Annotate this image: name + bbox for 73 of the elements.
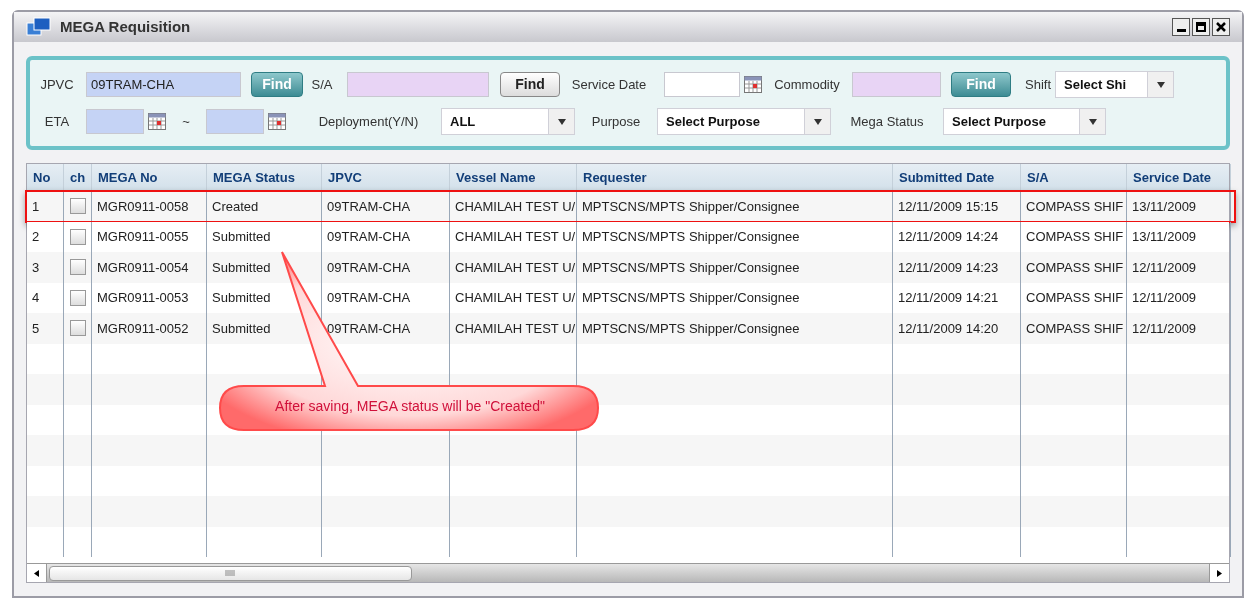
column-header[interactable]: Requester <box>577 164 893 191</box>
table-cell-text: Submitted <box>212 258 271 277</box>
field-label: ETA <box>43 112 71 131</box>
field-label: S/A <box>310 75 334 94</box>
table-cell-text: 12/11/2009 <box>1132 289 1197 307</box>
table-cell-text: COMPASS SHIF <box>1026 319 1124 338</box>
column-header[interactable]: ch <box>64 164 92 191</box>
table-cell-text: 13/11/2009 <box>1132 197 1197 216</box>
dropdown[interactable]: Select Purpose <box>943 108 1106 135</box>
table-cell-text: MGR0911-0054 <box>97 258 189 277</box>
column-header[interactable]: Submitted Date <box>893 164 1021 191</box>
table-cell-text: MPTSCNS/MPTS Shipper/Consignee <box>582 319 800 338</box>
column-header[interactable]: JPVC <box>322 164 450 191</box>
field-label: Shift <box>1024 75 1052 94</box>
column-header[interactable]: MEGA Status <box>207 164 322 191</box>
field-label: Commodity <box>773 75 841 94</box>
table-cell-text: 12/11/2009 15:15 <box>898 197 999 216</box>
dropdown[interactable]: Select Shi <box>1055 71 1174 98</box>
table-cell-text: Submitted <box>212 289 271 307</box>
field-label: ~ <box>181 112 191 131</box>
column-header[interactable]: S/A <box>1021 164 1127 191</box>
column-header[interactable]: Vessel Name <box>450 164 577 191</box>
table-cell-text: MGR0911-0053 <box>97 289 189 307</box>
table-cell-text: CHAMILAH TEST U/ <box>455 289 576 307</box>
table-cell-text: MPTSCNS/MPTS Shipper/Consignee <box>582 258 800 277</box>
find-button[interactable]: Find <box>500 72 560 97</box>
table-cell-text: MGR0911-0055 <box>97 228 189 246</box>
table-cell-text: MPTSCNS/MPTS Shipper/Consignee <box>582 228 800 246</box>
table-cell-text: Submitted <box>212 319 271 338</box>
table-cell-text: CHAMILAH TEST U/ <box>455 319 576 338</box>
table-cell-text: MPTSCNS/MPTS Shipper/Consignee <box>582 197 800 216</box>
table-cell-text: COMPASS SHIF <box>1026 289 1124 307</box>
table-cell-text: 12/11/2009 14:20 <box>898 319 999 338</box>
table-cell-text: 09TRAM-CHA <box>327 228 411 246</box>
table-cell-text: 13/11/2009 <box>1132 228 1197 246</box>
field-label: Service Date <box>570 75 648 94</box>
table-cell-text: CHAMILAH TEST U/ <box>455 197 576 216</box>
callout-text: After saving, MEGA status will be "Created" <box>274 397 546 416</box>
table-cell-text: 09TRAM-CHA <box>327 197 411 216</box>
column-header[interactable]: Service Date <box>1127 164 1231 191</box>
dropdown[interactable]: Select Purpose <box>657 108 831 135</box>
table-cell-text: 12/11/2009 14:21 <box>898 289 999 307</box>
table-cell-text: 5 <box>32 319 40 338</box>
table-cell-text: CHAMILAH TEST U/ <box>455 228 576 246</box>
table-cell-text: Submitted <box>212 228 271 246</box>
table-cell-text: 09TRAM-CHA <box>327 289 411 307</box>
table-cell-text: 09TRAM-CHA <box>327 319 411 338</box>
dropdown[interactable]: ALL <box>441 108 575 135</box>
table-cell-text: MPTSCNS/MPTS Shipper/Consignee <box>582 289 800 307</box>
window-title: MEGA Requisition <box>60 16 191 37</box>
field-label: Deployment(Y/N) <box>317 112 420 131</box>
field-label: Mega Status <box>849 112 925 131</box>
column-header[interactable]: MEGA No <box>92 164 207 191</box>
table-cell-text: 2 <box>32 228 40 246</box>
table-cell-text: Created <box>212 197 259 216</box>
field-label: JPVC <box>39 75 75 94</box>
table-cell-text: 12/11/2009 14:23 <box>898 258 999 277</box>
table-cell-text: 3 <box>32 258 40 277</box>
table-cell-text: 12/11/2009 <box>1132 319 1197 338</box>
table-cell-text: COMPASS SHIF <box>1026 197 1124 216</box>
table-cell-text: MGR0911-0058 <box>97 197 189 216</box>
field-label: Purpose <box>590 112 642 131</box>
table-cell-text: 1 <box>32 197 40 216</box>
table-cell-text: 09TRAM-CHA <box>327 258 411 277</box>
table-cell-text: CHAMILAH TEST U/ <box>455 258 576 277</box>
table-cell-text: COMPASS SHIF <box>1026 228 1124 246</box>
table-cell-text: 12/11/2009 14:24 <box>898 228 999 246</box>
table-cell-text: MGR0911-0052 <box>97 319 189 338</box>
table-cell-text: 12/11/2009 <box>1132 258 1197 277</box>
table-cell-text: 4 <box>32 289 40 307</box>
column-header[interactable]: No <box>27 164 64 191</box>
table-cell-text: COMPASS SHIF <box>1026 258 1124 277</box>
input-field[interactable]: 09TRAM-CHA <box>86 72 241 97</box>
